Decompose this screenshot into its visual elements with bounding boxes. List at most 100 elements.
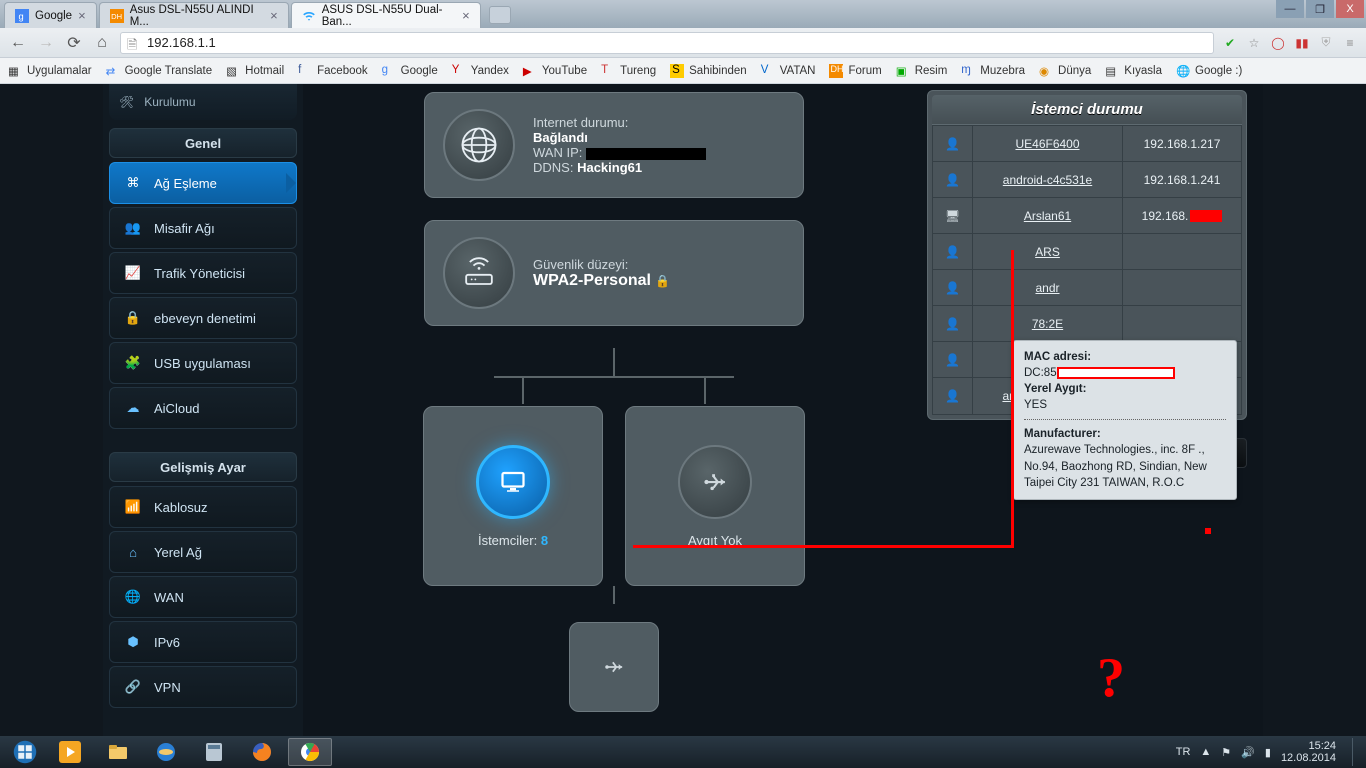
bm-item[interactable]: fFacebook bbox=[298, 64, 368, 78]
tab-close-icon[interactable]: × bbox=[78, 8, 86, 23]
youtube-icon: ▶ bbox=[523, 64, 537, 78]
sidebar-truncated-item[interactable]: 🛠 Kurulumu bbox=[109, 84, 297, 120]
bm-item[interactable]: YYandex bbox=[452, 64, 509, 78]
person-icon: 👤 bbox=[933, 342, 973, 377]
reload-button[interactable]: ⟳ bbox=[64, 33, 84, 53]
sidebar-group-advanced: Gelişmiş Ayar bbox=[109, 452, 297, 482]
bm-item[interactable]: DHForum bbox=[829, 64, 881, 78]
client-row: 🖥Arslan61192.168. bbox=[933, 198, 1241, 234]
tab-router[interactable]: ASUS DSL-N55U Dual-Ban... × bbox=[291, 2, 481, 28]
star-icon[interactable]: ☆ bbox=[1246, 35, 1262, 51]
router-page: 🛠 Kurulumu Genel ⌘Ağ Eşleme 👥Misafir Ağı… bbox=[0, 84, 1366, 736]
bm-label: VATAN bbox=[780, 65, 816, 77]
tray-volume-icon[interactable]: 🔊 bbox=[1241, 746, 1255, 759]
bm-item[interactable]: ◉Dünya bbox=[1039, 64, 1091, 78]
sidebar-item-ipv6[interactable]: ⬢IPv6 bbox=[109, 621, 297, 663]
tab-close-icon[interactable]: × bbox=[462, 8, 470, 23]
tab-forum[interactable]: DH Asus DSL-N55U ALINDI M... × bbox=[99, 2, 289, 28]
bm-item[interactable]: ɱMuzebra bbox=[961, 64, 1025, 78]
tab-google[interactable]: g Google × bbox=[4, 2, 97, 28]
client-name[interactable]: andr bbox=[973, 270, 1123, 305]
sidebar-item-label: VPN bbox=[154, 680, 181, 695]
tray-flag-icon[interactable]: ⚑ bbox=[1221, 746, 1231, 759]
tray-lang[interactable]: TR bbox=[1176, 746, 1191, 758]
bm-label: Hotmail bbox=[245, 65, 284, 77]
sidebar-item-parental[interactable]: 🔒ebeveyn denetimi bbox=[109, 297, 297, 339]
mac-value: DC:85 bbox=[1024, 367, 1057, 379]
bm-item[interactable]: VVATAN bbox=[761, 64, 816, 78]
back-button[interactable]: ← bbox=[8, 33, 28, 53]
bm-item[interactable]: ⇄Google Translate bbox=[106, 64, 213, 78]
usb-card-2[interactable] bbox=[569, 622, 659, 712]
taskbar-firefox[interactable] bbox=[240, 738, 284, 766]
bm-item[interactable]: ▤Kıyasla bbox=[1105, 64, 1162, 78]
client-name[interactable]: Arslan61 bbox=[973, 198, 1123, 233]
tray-clock[interactable]: 15:24 12.08.2014 bbox=[1281, 740, 1336, 764]
client-name[interactable]: 78:2E bbox=[973, 306, 1123, 341]
check-icon[interactable]: ✔ bbox=[1222, 35, 1238, 51]
muzebra-icon: ɱ bbox=[961, 64, 975, 78]
monitor-icon bbox=[476, 445, 550, 519]
local-value: YES bbox=[1024, 399, 1047, 411]
taskbar-explorer[interactable] bbox=[96, 738, 140, 766]
bm-item[interactable]: ▶ YouTube bbox=[523, 64, 587, 78]
tray-up-icon[interactable]: ▲ bbox=[1200, 746, 1211, 758]
sidebar-item-network-map[interactable]: ⌘Ağ Eşleme bbox=[109, 162, 297, 204]
sidebar-item-lan[interactable]: ⌂Yerel Ağ bbox=[109, 531, 297, 573]
security-value: WPA2-Personal bbox=[533, 272, 651, 289]
clients-card[interactable]: İstemciler: 8 bbox=[423, 406, 603, 586]
bm-label: YouTube bbox=[542, 65, 587, 77]
taskbar-chrome[interactable] bbox=[288, 738, 332, 766]
extension-icon[interactable]: ▮▮ bbox=[1294, 35, 1310, 51]
client-status-title: İstemci durumu bbox=[932, 95, 1242, 125]
client-name[interactable]: android-c4c531e bbox=[973, 162, 1123, 197]
person-icon: 👤 bbox=[933, 162, 973, 197]
forward-button[interactable]: → bbox=[36, 33, 56, 53]
world-icon: ◉ bbox=[1039, 64, 1053, 78]
new-tab-button[interactable] bbox=[489, 6, 511, 24]
bottom-cards: İstemciler: 8 Aygıt Yok bbox=[423, 406, 805, 586]
url-text: 192.168.1.1 bbox=[147, 35, 216, 50]
shield-icon[interactable]: ⛨ bbox=[1318, 35, 1334, 51]
menu-icon[interactable]: ≡ bbox=[1342, 35, 1358, 51]
sidebar-item-label: ebeveyn denetimi bbox=[154, 311, 256, 326]
bm-item[interactable]: ▧Hotmail bbox=[226, 64, 284, 78]
start-button[interactable] bbox=[6, 738, 44, 766]
bookmarks-bar: ▦Uygulamalar ⇄Google Translate ▧Hotmail … bbox=[0, 58, 1366, 84]
client-name[interactable]: UE46F6400 bbox=[973, 126, 1123, 161]
person-icon: 👤 bbox=[933, 126, 973, 161]
tray-network-icon[interactable]: ▮ bbox=[1265, 746, 1271, 759]
sidebar-item-aicloud[interactable]: ☁AiCloud bbox=[109, 387, 297, 429]
client-row: 👤android-c4c531e192.168.1.241 bbox=[933, 162, 1241, 198]
client-name[interactable]: ARS bbox=[973, 234, 1123, 269]
bm-item[interactable]: 🌐Google :) bbox=[1176, 64, 1242, 78]
window-maximize[interactable]: ❐ bbox=[1306, 0, 1334, 18]
usb-card-1[interactable]: Aygıt Yok bbox=[625, 406, 805, 586]
bm-item[interactable]: gGoogle bbox=[382, 64, 438, 78]
bm-item[interactable]: SSahibinden bbox=[670, 64, 747, 78]
tree-branch bbox=[494, 376, 734, 378]
url-input[interactable]: 🗎 192.168.1.1 bbox=[120, 32, 1214, 54]
sidebar-item-label: Ağ Eşleme bbox=[154, 176, 217, 191]
sidebar-item-traffic[interactable]: 📈Trafik Yöneticisi bbox=[109, 252, 297, 294]
taskbar-media-player[interactable] bbox=[48, 738, 92, 766]
taskbar-calc[interactable] bbox=[192, 738, 236, 766]
window-close[interactable]: X bbox=[1336, 0, 1364, 18]
window-minimize[interactable]: — bbox=[1276, 0, 1304, 18]
security-card[interactable]: Güvenlik düzeyi: WPA2-Personal🔒 bbox=[424, 220, 804, 326]
tab-close-icon[interactable]: × bbox=[270, 8, 278, 23]
show-desktop-button[interactable] bbox=[1352, 738, 1360, 766]
sidebar-item-wireless[interactable]: 📶Kablosuz bbox=[109, 486, 297, 528]
sidebar-item-usb[interactable]: 🧩USB uygulaması bbox=[109, 342, 297, 384]
home-button[interactable]: ⌂ bbox=[92, 33, 112, 53]
adblock-icon[interactable]: ◯ bbox=[1270, 35, 1286, 51]
sidebar-item-guest[interactable]: 👥Misafir Ağı bbox=[109, 207, 297, 249]
sidebar-item-wan[interactable]: 🌐WAN bbox=[109, 576, 297, 618]
apps-button[interactable]: ▦Uygulamalar bbox=[8, 64, 92, 78]
taskbar-ie[interactable] bbox=[144, 738, 188, 766]
internet-status-card[interactable]: Internet durumu: Bağlandı WAN IP: DDNS: … bbox=[424, 92, 804, 198]
bm-item[interactable]: ▣Resim bbox=[896, 64, 948, 78]
wizard-icon: 🛠 bbox=[119, 95, 134, 109]
bm-item[interactable]: TTureng bbox=[601, 64, 656, 78]
sidebar-item-vpn[interactable]: 🔗VPN bbox=[109, 666, 297, 708]
